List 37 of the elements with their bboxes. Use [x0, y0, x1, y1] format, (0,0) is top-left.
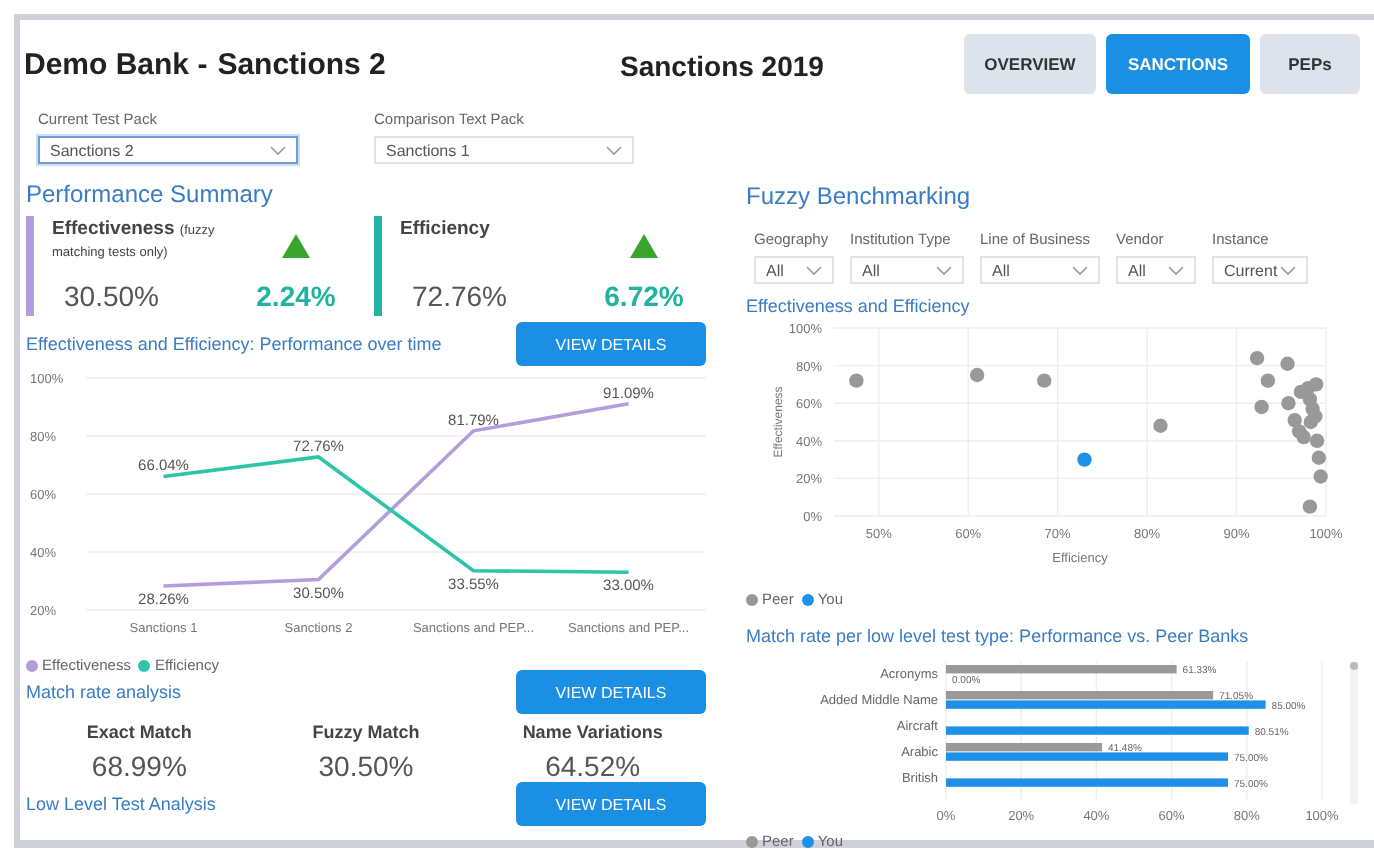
section-title: Performance Summary — [26, 180, 275, 208]
chevron-down-icon — [270, 145, 286, 155]
metric-label: Exact Match — [86, 722, 192, 742]
dropdown-field[interactable]: All — [754, 256, 834, 284]
kpi-value: 72.76% — [410, 280, 509, 312]
metric-label: Fuzzy Match — [312, 722, 420, 742]
chevron-down-icon — [806, 265, 822, 275]
section-title: Low Level Test Analysis — [26, 794, 216, 814]
metric-label: Name Variations — [522, 722, 663, 742]
report-title: Sanctions 2019 — [620, 49, 826, 81]
kpi-change: 6.72% — [604, 280, 684, 312]
dropdown-field[interactable]: Sanctions 2 — [38, 136, 298, 164]
chart-title: Effectiveness and Efficiency — [746, 296, 972, 316]
chart-title: Match rate per low level test type: Performance vs. Peer Banks — [746, 626, 1251, 646]
metric-value: 30.50% — [318, 750, 414, 782]
chevron-down-icon — [1168, 265, 1184, 275]
chevron-down-icon — [936, 265, 952, 275]
section-title: Fuzzy Benchmarking — [746, 182, 973, 210]
metric-value: 68.99% — [91, 750, 187, 782]
section-title: Effectiveness and Efficiency: Performance over time — [26, 334, 442, 354]
dropdown-field[interactable]: Sanctions 1 — [374, 136, 634, 164]
test-pack-title: Sanctions 2 — [217, 48, 386, 82]
chevron-down-icon — [1072, 265, 1088, 275]
kpi-change: 2.24% — [256, 280, 336, 312]
nav-tab[interactable]: PEPs — [1260, 33, 1360, 93]
metric-value: 64.52% — [545, 750, 641, 782]
dropdown-field[interactable]: Current — [1212, 256, 1308, 284]
dropdown-field[interactable]: All — [850, 256, 964, 284]
chevron-down-icon — [606, 145, 622, 155]
kpi-value: 30.50% — [62, 280, 161, 312]
nav-tab[interactable]: OVERVIEW — [964, 33, 1096, 93]
chevron-down-icon — [1280, 265, 1296, 275]
dropdown-field[interactable]: All — [980, 256, 1100, 284]
kpi-label: Efficiency — [400, 220, 492, 242]
dropdown-field[interactable]: All — [1116, 256, 1196, 284]
dashboard-title: Demo Bank - — [24, 48, 208, 82]
section-title: Match rate analysis — [26, 682, 182, 702]
